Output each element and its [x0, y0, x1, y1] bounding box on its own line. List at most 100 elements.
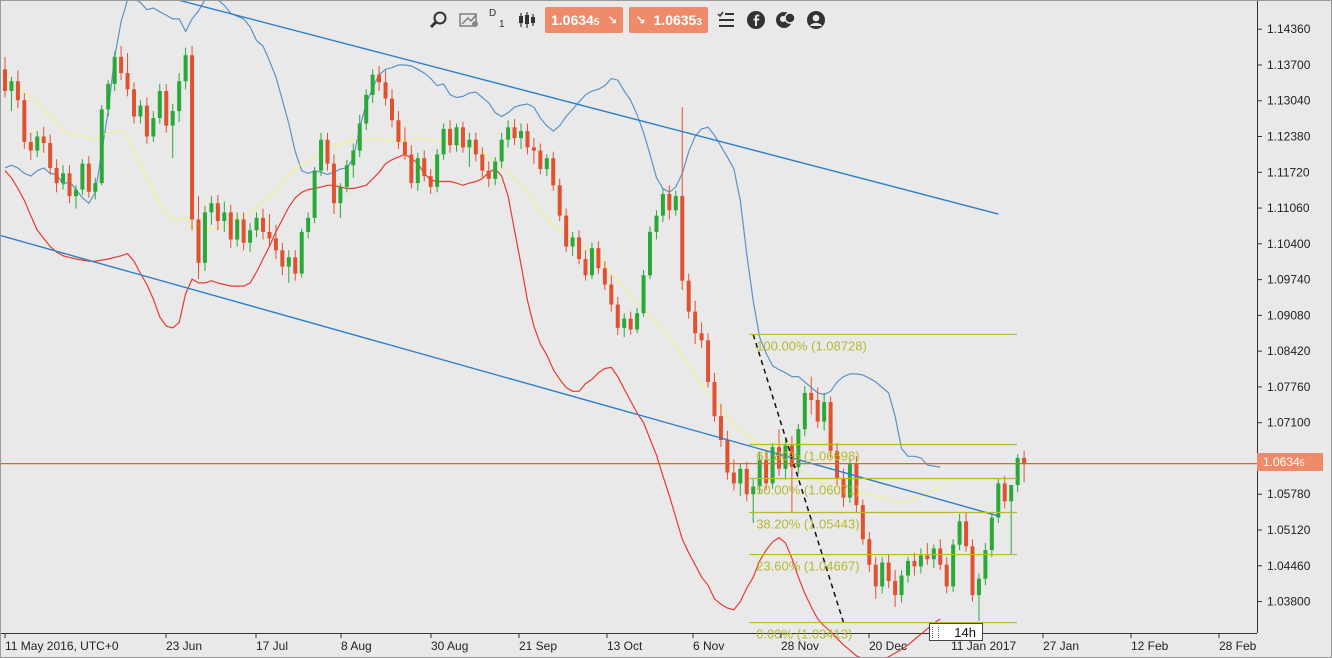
candle-body — [177, 81, 182, 112]
candle-body — [473, 139, 478, 155]
candle-body — [202, 212, 207, 263]
candle-body — [415, 158, 420, 184]
candle-body — [486, 170, 491, 179]
sell-price-label: 1.06345 — [551, 12, 600, 28]
candle-body — [964, 521, 969, 547]
y-tick-label: 1.10400 — [1267, 237, 1311, 251]
buy-price-button[interactable]: ↘ 1.06353 — [629, 7, 708, 33]
candle-body — [132, 89, 136, 117]
candle-body — [815, 399, 820, 422]
candle-body — [938, 548, 943, 565]
candle-body — [628, 318, 633, 330]
candle-body — [622, 318, 627, 328]
candle-body — [493, 161, 498, 179]
candle-body — [822, 402, 827, 422]
candle-body — [648, 231, 652, 276]
candle-body — [615, 304, 620, 328]
candle-body — [390, 98, 394, 121]
candle-body — [873, 564, 878, 587]
facebook-icon[interactable] — [744, 8, 768, 32]
candle-body — [435, 154, 440, 187]
candle-body — [480, 154, 485, 171]
candle-body — [67, 173, 72, 197]
share-icon[interactable] — [774, 8, 798, 32]
y-tick-label: 1.08420 — [1267, 344, 1311, 358]
candle-body — [183, 55, 188, 82]
zoom-icon[interactable] — [427, 8, 451, 32]
axes — [1, 1, 1258, 634]
candle-body — [970, 546, 975, 596]
candle-body — [228, 212, 233, 240]
fib-level-label: 100.00% (1.08728) — [756, 338, 867, 353]
candle-body — [99, 109, 104, 184]
candle-body — [164, 90, 169, 126]
candle-body — [422, 158, 427, 177]
candle-body — [706, 340, 711, 383]
current-price-tag: 1.06345 — [1257, 453, 1323, 471]
candle-body — [609, 284, 614, 305]
candle-body — [718, 416, 723, 441]
candle-body — [267, 231, 272, 239]
candle-body — [331, 163, 336, 204]
bull-candle — [312, 166, 317, 224]
candle-body — [512, 127, 517, 139]
candle-body — [712, 382, 717, 417]
sell-price-button[interactable]: 1.06345 ↘ — [545, 7, 624, 33]
candlestick-icon[interactable] — [515, 8, 539, 32]
candle-body — [54, 167, 59, 184]
timeframe-icon[interactable]: D 1 — [487, 9, 509, 31]
drawing-tools-icon[interactable] — [457, 8, 481, 32]
bull-candle — [648, 226, 652, 280]
chart-window[interactable]: 100.00% (1.08728) 61.80% (1.06698) 50.00% … — [0, 0, 1332, 658]
arrow-down-icon: ↘ — [607, 13, 618, 27]
candle-body — [61, 173, 66, 184]
fib-level-label: 61.80% (1.06698) — [756, 448, 859, 463]
candle-body — [409, 154, 414, 184]
candle-body — [273, 238, 278, 251]
candle-timer[interactable]: 14h — [929, 623, 983, 641]
candle-body — [731, 472, 736, 484]
candle-body — [583, 259, 588, 276]
candle-body — [802, 392, 807, 430]
candle-body — [880, 562, 885, 587]
bear-candle — [190, 45, 195, 231]
candle-body — [448, 128, 453, 146]
candle-body — [364, 94, 369, 124]
candle-body — [93, 183, 98, 192]
candle-body — [106, 83, 111, 110]
candle-body — [1002, 483, 1007, 502]
candle-body — [196, 219, 201, 263]
bull-candle — [441, 123, 446, 160]
drag-handle-icon[interactable] — [932, 627, 939, 638]
candle-body — [312, 170, 317, 218]
candle-body — [925, 555, 930, 560]
buy-price-label: 1.06353 — [653, 12, 702, 28]
candle-body — [370, 74, 375, 95]
candle-body — [157, 90, 162, 119]
x-tick-label: 28 Nov — [781, 639, 819, 653]
bear-candle — [164, 83, 169, 133]
candle-body — [112, 56, 117, 84]
bull-candle — [589, 242, 594, 280]
timer-label: 14h — [954, 625, 976, 640]
price-chart[interactable]: 100.00% (1.08728) 61.80% (1.06698) 50.00% … — [1, 1, 1331, 657]
plot-area — [1, 1, 1257, 633]
x-tick-label: 20 Dec — [869, 639, 907, 653]
y-tick-label: 1.04460 — [1267, 559, 1311, 573]
candle-body — [1022, 457, 1027, 464]
candle-body — [551, 158, 556, 186]
candle-body — [125, 73, 130, 90]
x-tick-label: 6 Nov — [693, 639, 724, 653]
candle-body — [144, 105, 149, 137]
candle-body — [261, 217, 265, 232]
candle-body — [357, 123, 362, 151]
candle-body — [899, 575, 904, 596]
bull-candle — [641, 269, 646, 317]
candle-body — [944, 564, 949, 587]
candle-body — [170, 111, 175, 126]
list-icon[interactable] — [714, 8, 738, 32]
x-tick-label: 8 Aug — [341, 639, 372, 653]
x-tick-label: 30 Aug — [431, 639, 468, 653]
candle-body — [686, 280, 691, 312]
profile-icon[interactable] — [804, 8, 828, 32]
